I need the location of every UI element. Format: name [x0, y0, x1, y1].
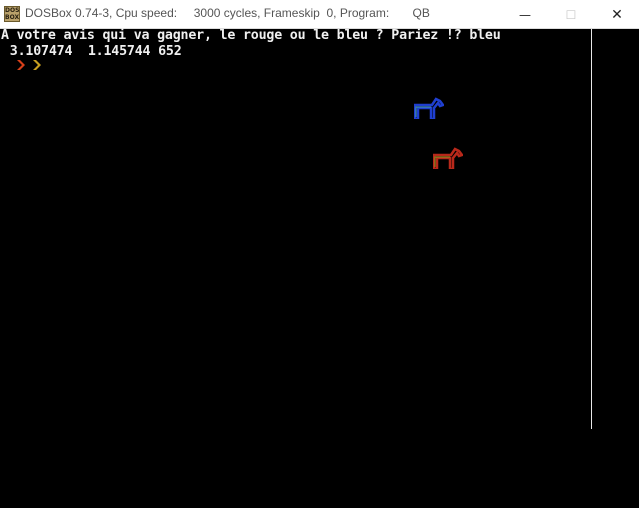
dos-screen[interactable]: [0, 29, 592, 429]
red-arrow-icon: [17, 60, 25, 70]
blue-horse-sprite: [414, 97, 444, 119]
minimize-icon: —: [519, 7, 531, 22]
prompt-arrows-icon: [17, 60, 41, 70]
minimize-button[interactable]: —: [502, 0, 548, 29]
maximize-button[interactable]: ☐: [548, 0, 594, 29]
yellow-arrow-icon: [33, 60, 41, 70]
title-bar[interactable]: DOS BOX DOSBox 0.74-3, Cpu speed: 3000 c…: [0, 0, 639, 29]
console-output-line: 3.107474 1.145744 652: [2, 44, 182, 59]
console-prompt-line: A votre avis qui va gagner, le rouge ou …: [1, 28, 501, 43]
dosbox-app-icon[interactable]: DOS BOX: [4, 6, 20, 22]
maximize-icon: ☐: [565, 7, 577, 22]
window-title: DOSBox 0.74-3, Cpu speed: 3000 cycles, F…: [25, 6, 430, 20]
close-icon: ✕: [611, 6, 623, 23]
screen-border-line: [591, 29, 592, 429]
red-horse-sprite: [433, 147, 463, 169]
close-button[interactable]: ✕: [594, 0, 639, 29]
